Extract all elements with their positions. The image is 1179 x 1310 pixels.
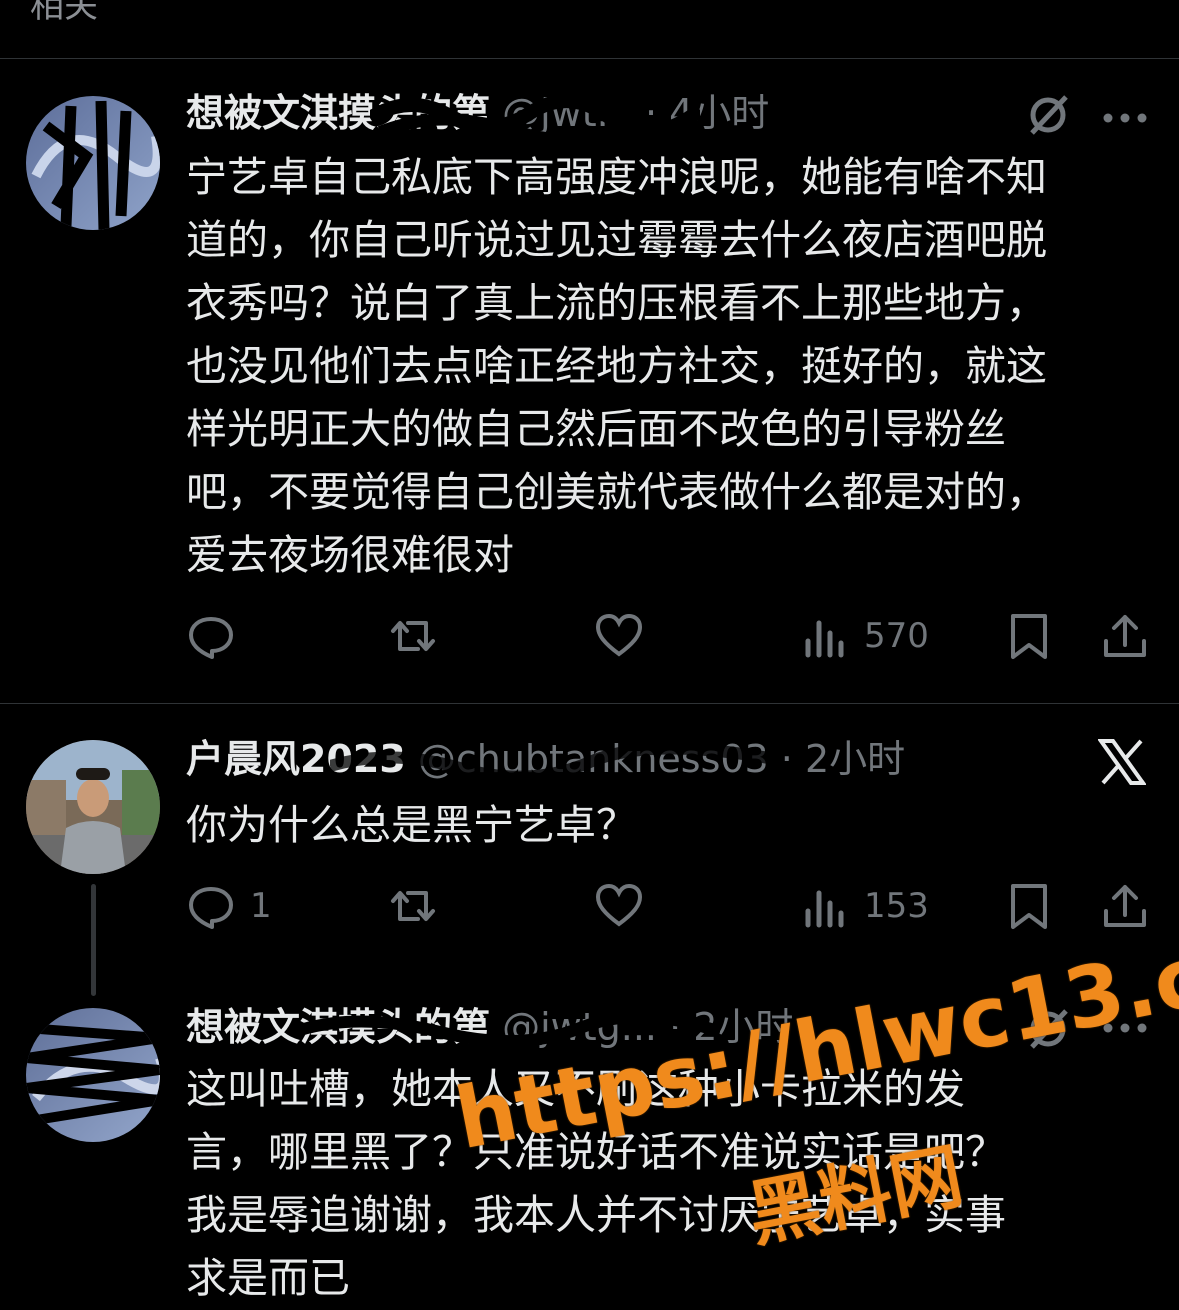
share-button[interactable] bbox=[1100, 876, 1150, 936]
tweet-3[interactable]: 想被文淇摸头的第 @jwtg... · 2小时 这叫吐槽，她本人又不刷这种小卡拉… bbox=[0, 1000, 1179, 1302]
text-line: 求是而已 bbox=[186, 1254, 350, 1302]
views-icon bbox=[805, 620, 844, 658]
reply-icon bbox=[189, 887, 233, 929]
view-count: 153 bbox=[864, 886, 929, 926]
bookmark-icon bbox=[1011, 614, 1047, 659]
text-line: 言，哪里黑了？只准说好话不准说实话是吧？ bbox=[186, 1128, 1006, 1176]
reply-count: 1 bbox=[250, 886, 272, 926]
avatar[interactable] bbox=[26, 1008, 160, 1142]
thread-connector bbox=[91, 884, 96, 996]
tweet-header: 想被文淇摸头的第 @jwt... · 4小时 bbox=[186, 86, 769, 140]
text-line: 这叫吐槽，她本人又不刷这种小卡拉米的发 bbox=[186, 1065, 965, 1113]
heart-icon bbox=[595, 883, 643, 927]
tweet-2[interactable]: 户晨风2023 @chubtankness03 · 2小时 你为什么总是黑宁艺卓… bbox=[0, 704, 1179, 1000]
grok-icon[interactable] bbox=[1026, 91, 1072, 141]
text-line: 也没见他们去点啥正经地方社交，挺好的，就这 bbox=[186, 342, 1047, 390]
tweet-header: 户晨风2023 @chubtankness03 · 2小时 bbox=[186, 732, 905, 786]
avatar[interactable] bbox=[26, 740, 160, 874]
grok-icon[interactable] bbox=[1026, 1005, 1072, 1055]
handle-time: @jwt... · 4小时 bbox=[502, 91, 770, 135]
retweet-button[interactable] bbox=[388, 606, 438, 666]
text-line: 宁艺卓自己私底下高强度冲浪呢，她能有啥不知 bbox=[186, 153, 1047, 201]
bookmark-icon bbox=[1011, 884, 1047, 929]
top-fragment-text: 相关 bbox=[30, 0, 98, 26]
reply-icon bbox=[189, 617, 233, 659]
tweet-text: 你为什么总是黑宁艺卓？ bbox=[186, 794, 1146, 857]
reply-button[interactable]: 1 bbox=[186, 876, 272, 936]
share-icon bbox=[1104, 885, 1146, 927]
views-button[interactable]: 153 bbox=[800, 876, 929, 936]
tweet-header: 想被文淇摸头的第 @jwtg... · 2小时 bbox=[186, 1000, 793, 1054]
bookmark-button[interactable] bbox=[1004, 606, 1054, 666]
handle-time: @chubtankness03 · 2小时 bbox=[417, 737, 906, 781]
text-line: 吧，不要觉得自己创美就代表做什么都是对的， bbox=[186, 468, 1047, 516]
text-line: 爱去夜场很难很对 bbox=[186, 531, 514, 579]
text-line: 道的，你自己听说过见过霉霉去什么夜店酒吧脱 bbox=[186, 216, 1047, 264]
tweet-text: 宁艺卓自己私底下高强度冲浪呢，她能有啥不知 道的，你自己听说过见过霉霉去什么夜店… bbox=[186, 146, 1146, 587]
retweet-icon bbox=[391, 621, 435, 651]
text-line: 衣秀吗？说白了真上流的压根看不上那些地方， bbox=[186, 279, 1047, 327]
views-button[interactable]: 570 bbox=[800, 606, 929, 666]
text-line: 样光明正大的做自己然后面不改色的引导粉丝 bbox=[186, 405, 1006, 453]
handle-time: @jwtg... · 2小时 bbox=[502, 1005, 794, 1049]
heart-icon bbox=[595, 613, 643, 657]
top-section: 相关 bbox=[0, 0, 1179, 59]
like-button[interactable] bbox=[594, 606, 644, 666]
views-icon bbox=[805, 890, 844, 928]
text-line: 我是辱追谢谢，我本人并不讨厌宁艺卓，实事 bbox=[186, 1191, 1006, 1239]
view-count: 570 bbox=[864, 616, 929, 656]
retweet-icon bbox=[391, 891, 435, 921]
display-name[interactable]: 户晨风2023 bbox=[186, 737, 406, 781]
like-button[interactable] bbox=[594, 876, 644, 936]
more-icon[interactable] bbox=[1102, 110, 1148, 129]
avatar[interactable] bbox=[26, 96, 160, 230]
share-button[interactable] bbox=[1100, 606, 1150, 666]
bookmark-button[interactable] bbox=[1004, 876, 1054, 936]
tweet-text: 这叫吐槽，她本人又不刷这种小卡拉米的发 言，哪里黑了？只准说好话不准说实话是吧？… bbox=[186, 1058, 1146, 1310]
display-name[interactable]: 想被文淇摸头的第 bbox=[186, 1005, 490, 1049]
share-icon bbox=[1104, 615, 1146, 657]
more-icon[interactable] bbox=[1102, 1020, 1148, 1039]
tweet-1[interactable]: 想被文淇摸头的第 @jwt... · 4小时 宁艺卓自己私底下高强度冲浪呢，她能… bbox=[0, 58, 1179, 703]
retweet-button[interactable] bbox=[388, 876, 438, 936]
reply-button[interactable] bbox=[186, 606, 250, 666]
text-line: 你为什么总是黑宁艺卓？ bbox=[186, 801, 637, 849]
display-name[interactable]: 想被文淇摸头的第 bbox=[186, 91, 490, 135]
x-logo-icon bbox=[1097, 738, 1147, 790]
